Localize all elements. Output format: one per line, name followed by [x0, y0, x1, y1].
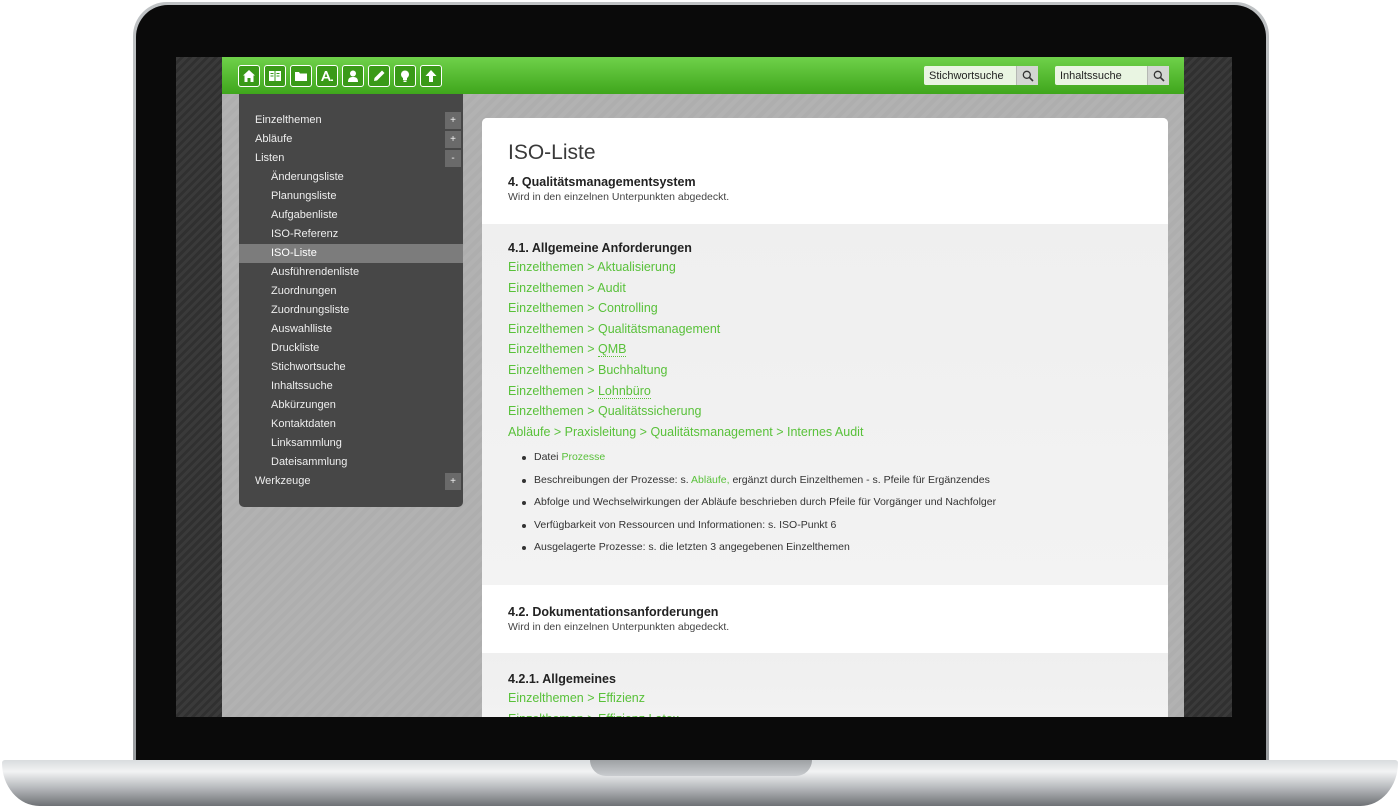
search-icon[interactable]: [1016, 66, 1038, 85]
section-heading: 4.1. Allgemeine Anforderungen: [508, 241, 692, 255]
app-page: Einzelthemen + Abläufe + Listen - Änderungs…: [222, 57, 1184, 717]
sidebar-nav: Einzelthemen + Abläufe + Listen - Änderungs…: [239, 94, 463, 507]
sidebar-item-zuordnungen[interactable]: Zuordnungen: [239, 282, 463, 301]
sidebar-item-abkuerzungen[interactable]: Abkürzungen: [239, 396, 463, 415]
sidebar-item-label: Einzelthemen: [255, 114, 322, 126]
list-item: Ausgelagerte Prozesse: s. die letzten 3 …: [522, 536, 1168, 558]
list-item: Abfolge und Wechselwirkungen der Abläufe…: [522, 491, 1168, 513]
section-description: Wird in den einzelnen Unterpunkten abged…: [508, 191, 730, 203]
link-controlling[interactable]: Einzelthemen > Controlling: [508, 298, 1168, 319]
link-effizienz[interactable]: Einzelthemen > Effizienz: [508, 688, 1168, 709]
link-buchhaltung[interactable]: Einzelthemen > Buchhaltung: [508, 360, 1168, 381]
bullet-text: Datei: [534, 451, 562, 464]
link-audit[interactable]: Einzelthemen > Audit: [508, 278, 1168, 299]
expand-toggle[interactable]: +: [445, 112, 461, 129]
content-search: [1055, 66, 1169, 85]
section-4: ISO-Liste 4. Qualitätsmanagementsystem W…: [482, 118, 1168, 224]
book-icon[interactable]: [264, 65, 286, 87]
sidebar-item-ablaeufe[interactable]: Abläufe +: [239, 130, 463, 149]
sidebar-item-iso-liste[interactable]: ISO-Liste: [239, 244, 463, 263]
keyword-search-input[interactable]: [924, 66, 1016, 85]
sidebar-item-zuordnungsliste[interactable]: Zuordnungsliste: [239, 301, 463, 320]
screen: Einzelthemen + Abläufe + Listen - Änderungs…: [176, 57, 1232, 717]
sidebar-item-ausfuehrendenliste[interactable]: Ausführendenliste: [239, 263, 463, 282]
sidebar-item-auswahlliste[interactable]: Auswahlliste: [239, 320, 463, 339]
list-item: Beschreibungen der Prozesse: s. Abläufe,…: [522, 469, 1168, 491]
bullet-text: Beschreibungen der Prozesse: s.: [534, 473, 692, 486]
main-content: ISO-Liste 4. Qualitätsmanagementsystem W…: [482, 118, 1168, 717]
sidebar-item-label: Werkzeuge: [255, 475, 311, 487]
link-prozesse[interactable]: Prozesse: [561, 451, 605, 463]
list-item: Datei Prozesse: [522, 446, 1168, 468]
link-lohnbuero-row[interactable]: Einzelthemen > Lohnbüro: [508, 381, 1168, 402]
content-search-input[interactable]: [1055, 66, 1147, 85]
link-effizienz-latex[interactable]: Einzelthemen > Effizienz Latex: [508, 709, 1168, 717]
search-icon[interactable]: [1147, 66, 1169, 85]
link-aktualisierung[interactable]: Einzelthemen > Aktualisierung: [508, 257, 1168, 278]
sidebar-item-listen[interactable]: Listen -: [239, 149, 463, 168]
expand-toggle[interactable]: +: [445, 131, 461, 148]
sidebar-item-dateisammlung[interactable]: Dateisammlung: [239, 453, 463, 472]
section-heading: 4.2. Dokumentationsanforderungen: [508, 605, 719, 619]
section-heading: 4.2.1. Allgemeines: [508, 672, 616, 686]
sidebar-item-iso-referenz[interactable]: ISO-Referenz: [239, 225, 463, 244]
section-heading: 4. Qualitätsmanagementsystem: [508, 175, 696, 189]
link-prefix: Einzelthemen >: [508, 342, 598, 357]
toolbar-icons: [238, 65, 442, 87]
pencil-icon[interactable]: [368, 65, 390, 87]
sidebar-item-stichwortsuche[interactable]: Stichwortsuche: [239, 358, 463, 377]
sidebar-item-planungsliste[interactable]: Planungsliste: [239, 187, 463, 206]
abbreviation-lohnbuero[interactable]: Lohnbüro: [597, 383, 651, 399]
sidebar-item-kontaktdaten[interactable]: Kontaktdaten: [239, 415, 463, 434]
section-4-2-1: 4.2.1. Allgemeines Einzelthemen > Effizi…: [482, 653, 1168, 717]
collapse-toggle[interactable]: -: [445, 150, 461, 167]
laptop-notch: [590, 760, 812, 776]
person-icon[interactable]: [342, 65, 364, 87]
sidebar-item-aufgabenliste[interactable]: Aufgabenliste: [239, 206, 463, 225]
bullet-list: Datei Prozesse Beschreibungen der Prozes…: [508, 442, 1168, 558]
section-4-2: 4.2. Dokumentationsanforderungen Wird in…: [482, 585, 1168, 653]
sidebar-item-werkzeuge[interactable]: Werkzeuge +: [239, 472, 463, 491]
sidebar-item-label: Abläufe: [255, 133, 293, 145]
home-icon[interactable]: [238, 65, 260, 87]
keyword-search: [924, 66, 1038, 85]
sidebar-item-aenderungsliste[interactable]: Änderungsliste: [239, 168, 463, 187]
arrow-up-icon[interactable]: [420, 65, 442, 87]
link-qmb-row[interactable]: Einzelthemen > QMB: [508, 339, 1168, 360]
sidebar-item-einzelthemen[interactable]: Einzelthemen +: [239, 111, 463, 130]
abbreviation-qmb[interactable]: QMB: [597, 342, 627, 358]
sidebar-item-druckliste[interactable]: Druckliste: [239, 339, 463, 358]
link-qualitaetssicherung[interactable]: Einzelthemen > Qualitätssicherung: [508, 401, 1168, 422]
bullet-text: ergänzt durch Einzelthemen - s. Pfeile f…: [729, 473, 990, 486]
expand-toggle[interactable]: +: [445, 473, 461, 490]
sidebar-item-linksammlung[interactable]: Linksammlung: [239, 434, 463, 453]
sidebar-item-label: Listen: [255, 152, 285, 164]
section-description: Wird in den einzelnen Unterpunkten abged…: [508, 621, 730, 633]
section-4-1: 4.1. Allgemeine Anforderungen Einzelthem…: [482, 224, 1168, 585]
top-toolbar: [222, 57, 1184, 94]
link-qualitaetsmanagement[interactable]: Einzelthemen > Qualitätsmanagement: [508, 319, 1168, 340]
abbreviation-icon[interactable]: [316, 65, 338, 87]
link-prefix: Einzelthemen >: [508, 383, 598, 398]
folder-icon[interactable]: [290, 65, 312, 87]
sidebar-item-inhaltssuche[interactable]: Inhaltssuche: [239, 377, 463, 396]
link-internes-audit[interactable]: Abläufe > Praxisleitung > Qualitätsmanag…: [508, 422, 1168, 443]
lightbulb-icon[interactable]: [394, 65, 416, 87]
link-ablaeufe[interactable]: Abläufe,: [691, 474, 730, 486]
list-item: Verfügbarkeit von Ressourcen und Informa…: [522, 514, 1168, 536]
page-title: ISO-Liste: [508, 141, 596, 164]
